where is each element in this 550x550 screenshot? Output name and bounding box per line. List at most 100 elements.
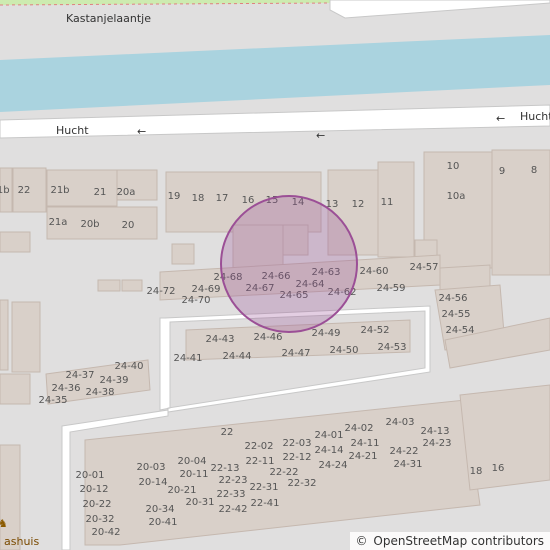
house-number-label: 24-37 — [65, 370, 94, 381]
building — [0, 231, 31, 253]
house-number-label: 24-46 — [253, 332, 282, 343]
house-number-label: 8 — [531, 165, 537, 176]
house-number-label: 20-32 — [85, 514, 114, 525]
house-number-label: 24-01 — [314, 430, 343, 441]
poi-icon: ♞ — [0, 517, 8, 530]
house-number-label: 17 — [216, 193, 229, 204]
house-number-label: 24-31 — [393, 459, 422, 470]
house-number-label: 22-23 — [218, 475, 247, 486]
building — [0, 299, 9, 371]
house-number-label: 24-50 — [329, 345, 358, 356]
building — [171, 243, 195, 265]
house-number-label: 20-42 — [91, 527, 120, 538]
house-number-label: 19 — [168, 191, 181, 202]
house-number-label: 24-72 — [146, 286, 175, 297]
map-canvas[interactable]: Kastanjelaantje Hucht Hucht ← ← ← 1b 22 … — [0, 0, 550, 550]
house-number-label: 20-01 — [75, 470, 104, 481]
building — [0, 373, 31, 405]
house-number-label: 24-57 — [409, 262, 438, 273]
house-number-label: 24-40 — [114, 361, 143, 372]
house-number-label: 24-47 — [281, 348, 310, 359]
house-number-label: 20-41 — [148, 517, 177, 528]
house-number-label: 24-59 — [376, 283, 405, 294]
house-number-label: 24-02 — [344, 423, 373, 434]
house-number-label: 22-41 — [250, 498, 279, 509]
house-number-label: 24-41 — [173, 353, 202, 364]
house-number-label: 20-34 — [145, 504, 174, 515]
building — [11, 301, 41, 373]
house-number-label: 24-23 — [422, 438, 451, 449]
house-number-label: 24-60 — [359, 266, 388, 277]
building — [97, 279, 121, 292]
attribution-link[interactable]: OpenStreetMap contributors — [373, 534, 544, 548]
house-number-label: 20-31 — [185, 497, 214, 508]
house-number-label: 20-14 — [138, 477, 167, 488]
house-number-label: 21b — [50, 185, 69, 196]
selection-circle[interactable] — [220, 195, 358, 333]
oneway-arrow-icon: ← — [316, 129, 325, 142]
house-number-label: 18 — [192, 193, 205, 204]
house-number-label: 24-03 — [385, 417, 414, 428]
house-number-label: 20 — [122, 220, 135, 231]
copyright-symbol: © — [355, 534, 368, 548]
house-number-label: 21b — [0, 185, 10, 196]
house-number-label: 24-39 — [99, 375, 128, 386]
building — [121, 279, 143, 292]
house-number-label: 24-52 — [360, 325, 389, 336]
street-label-hucht-right: Hucht — [520, 110, 550, 123]
house-number-label: 12 — [352, 199, 365, 210]
house-number-label: 20-21 — [167, 485, 196, 496]
house-number-label: 24-44 — [222, 351, 251, 362]
house-number-label: 9 — [499, 166, 505, 177]
house-number-label: 24-53 — [377, 342, 406, 353]
house-number-label: 10 — [447, 161, 460, 172]
house-number-label: 24-49 — [311, 328, 340, 339]
house-number-label: 24-38 — [85, 387, 114, 398]
house-number-label: 22-02 — [244, 441, 273, 452]
house-number-label: 24-56 — [438, 293, 467, 304]
house-number-label: 22-13 — [210, 463, 239, 474]
house-number-label: 22-32 — [287, 478, 316, 489]
house-number-label: 24-11 — [350, 438, 379, 449]
house-number-label: 24-14 — [314, 445, 343, 456]
poi-label: ashuis — [4, 535, 39, 548]
house-number-label: 11 — [381, 197, 394, 208]
building — [377, 161, 415, 258]
house-number-label: 22-03 — [282, 438, 311, 449]
house-number-label: 22-22 — [269, 467, 298, 478]
house-number-label: 24-70 — [181, 295, 210, 306]
house-number-label: 22-33 — [216, 489, 245, 500]
house-number-label: 20b — [80, 219, 99, 230]
house-number-label: 24-36 — [51, 383, 80, 394]
house-number-label: 10a — [447, 191, 466, 202]
house-number-label: 24-24 — [318, 460, 347, 471]
house-number-label: 24-21 — [348, 451, 377, 462]
house-number-label: 24-54 — [445, 325, 474, 336]
house-number-label: 22-42 — [218, 504, 247, 515]
street-label-kastanjelaantje: Kastanjelaantje — [66, 12, 151, 25]
oneway-arrow-icon: ← — [137, 125, 146, 138]
house-number-label: 20-22 — [82, 499, 111, 510]
house-number-label: 16 — [492, 463, 505, 474]
house-number-label: 24-22 — [389, 446, 418, 457]
house-number-label: 22 — [221, 427, 234, 438]
house-number-label: 20-04 — [177, 456, 206, 467]
house-number-label: 22-31 — [249, 482, 278, 493]
house-number-label: 24-55 — [441, 309, 470, 320]
house-number-label: 20-03 — [136, 462, 165, 473]
house-number-label: 22-11 — [245, 456, 274, 467]
house-number-label: 20-11 — [179, 469, 208, 480]
house-number-label: 20a — [117, 187, 136, 198]
house-number-label: 22 — [18, 185, 31, 196]
house-number-label: 20-12 — [79, 484, 108, 495]
house-number-label: 24-35 — [38, 395, 67, 406]
house-number-label: 21 — [94, 187, 107, 198]
oneway-arrow-icon: ← — [496, 112, 505, 125]
map-attribution: © OpenStreetMap contributors — [349, 532, 550, 550]
house-number-label: 21a — [49, 217, 68, 228]
house-number-label: 22-12 — [282, 452, 311, 463]
house-number-label: 16 — [242, 195, 255, 206]
house-number-label: 24-13 — [420, 426, 449, 437]
house-number-label: 24-43 — [205, 334, 234, 345]
street-label-hucht: Hucht — [56, 124, 89, 137]
